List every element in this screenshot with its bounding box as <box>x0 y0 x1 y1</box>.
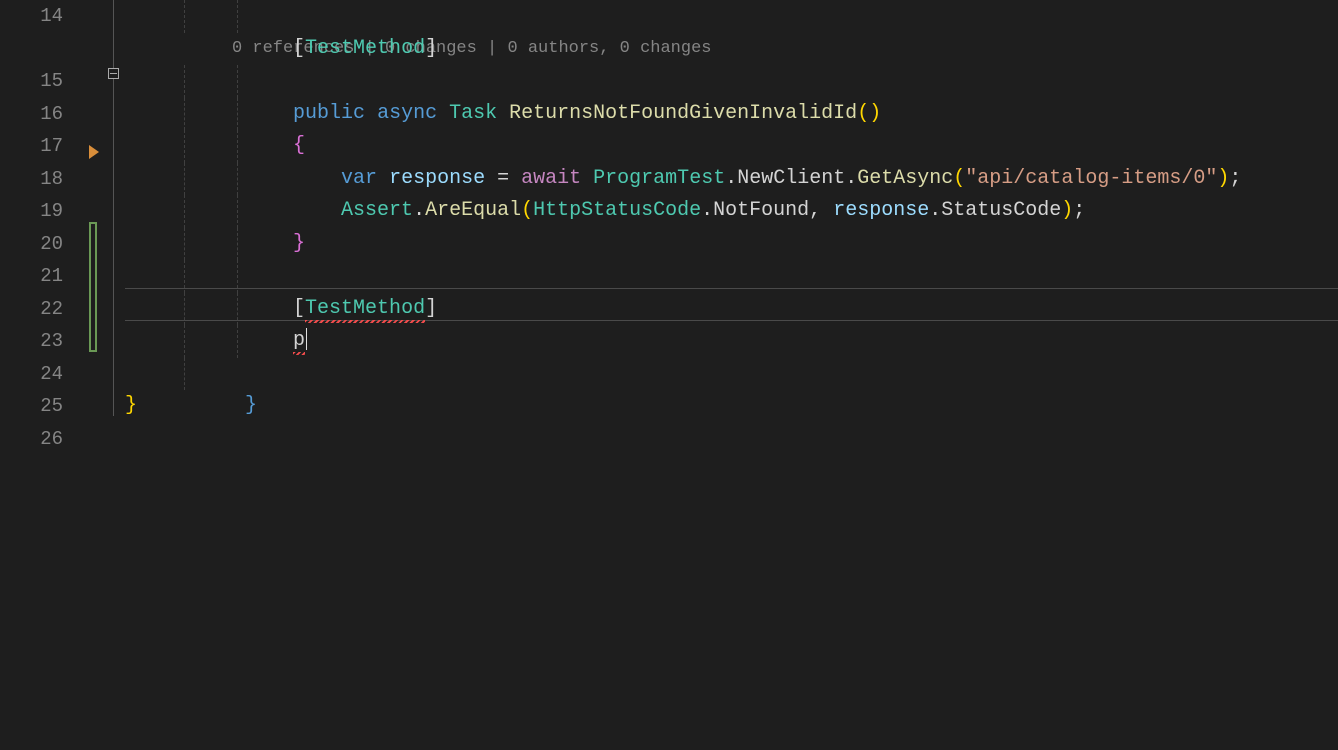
run-test-icon[interactable] <box>89 145 99 159</box>
line-number: 16 <box>0 98 63 131</box>
fold-toggle-icon[interactable] <box>108 68 119 79</box>
line-number: 18 <box>0 163 63 196</box>
code-area[interactable]: [TestMethod] 0 references | 0 changes | … <box>125 0 1338 750</box>
editor-margin <box>75 0 125 750</box>
code-line[interactable]: } <box>125 195 1338 228</box>
code-line[interactable]: } <box>125 390 1338 423</box>
code-line[interactable]: [TestMethod] <box>125 0 1338 33</box>
code-line[interactable]: public async Task ReturnsNotFoundGivenIn… <box>125 65 1338 98</box>
code-line[interactable] <box>125 228 1338 261</box>
code-editor[interactable]: 14 15 16 17 18 19 20 21 22 23 24 25 26 [… <box>0 0 1338 750</box>
line-number: 25 <box>0 390 63 423</box>
line-number: 14 <box>0 0 63 33</box>
line-number: 17 <box>0 130 63 163</box>
line-number: 15 <box>0 65 63 98</box>
code-line-current[interactable]: p <box>125 293 1338 326</box>
line-number: 22 <box>0 293 63 326</box>
line-number: 20 <box>0 228 63 261</box>
code-line[interactable]: [TestMethod] <box>125 260 1338 293</box>
line-number-gutter: 14 15 16 17 18 19 20 21 22 23 24 25 26 <box>0 0 75 750</box>
change-indicator <box>89 222 97 352</box>
code-line[interactable]: { <box>125 98 1338 131</box>
line-number: 23 <box>0 325 63 358</box>
code-line[interactable]: var response = await ProgramTest.NewClie… <box>125 130 1338 163</box>
line-number: 21 <box>0 260 63 293</box>
line-number: 19 <box>0 195 63 228</box>
code-line[interactable] <box>125 325 1338 358</box>
outline-guide <box>113 0 114 416</box>
code-line[interactable]: } <box>125 358 1338 391</box>
code-line[interactable]: Assert.AreEqual(HttpStatusCode.NotFound,… <box>125 163 1338 196</box>
code-line[interactable] <box>125 423 1338 456</box>
line-number: 26 <box>0 423 63 456</box>
line-number: 24 <box>0 358 63 391</box>
